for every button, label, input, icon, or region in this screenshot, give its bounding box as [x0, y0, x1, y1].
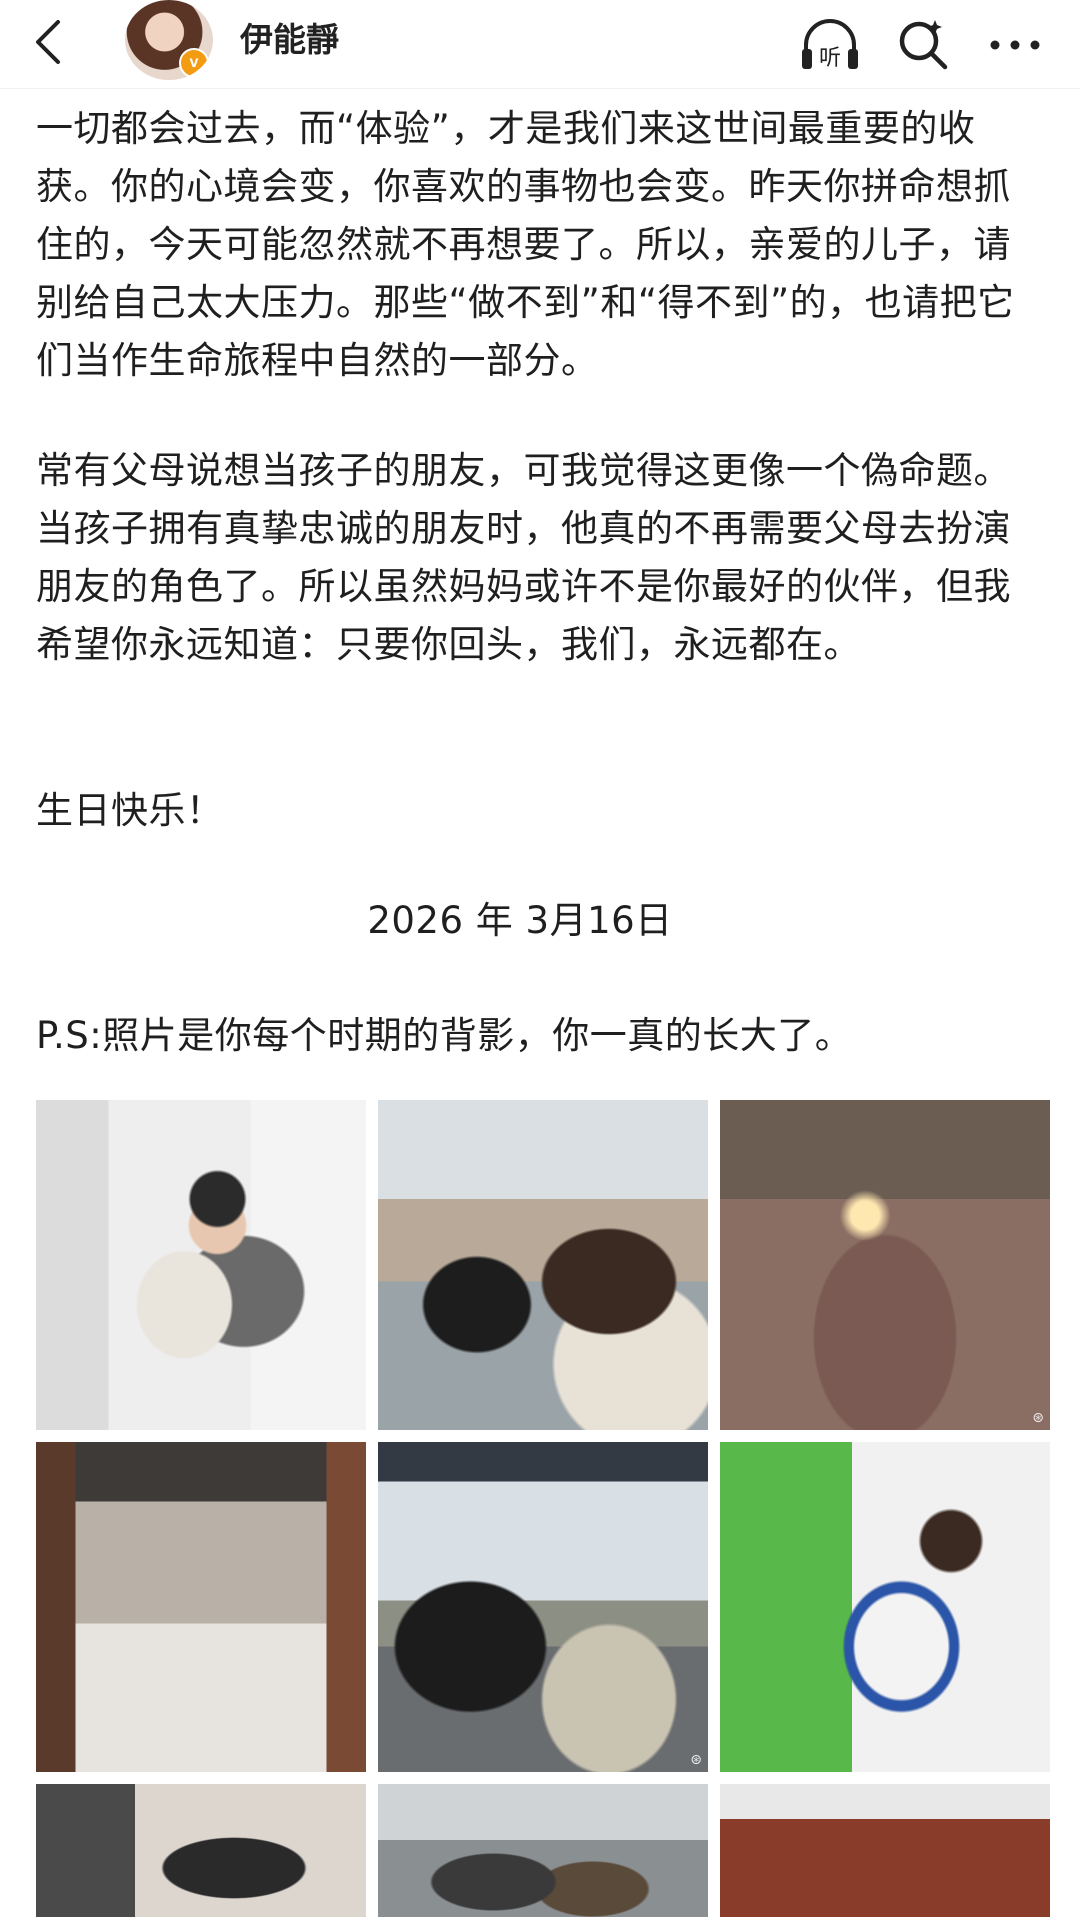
svg-text:听: 听	[819, 46, 841, 71]
chevron-left-icon	[36, 20, 60, 64]
post-date: 2026 年 3月16日	[367, 899, 673, 942]
photo-9[interactable]	[720, 1784, 1050, 1917]
photo-6[interactable]	[720, 1442, 1050, 1772]
headphones-listen-icon: 听	[802, 19, 858, 71]
photo-7[interactable]	[36, 1784, 366, 1917]
search-button[interactable]	[888, 10, 958, 80]
post-paragraph-2: 常有父母说想当孩子的朋友，可我觉得这更像一个偽命题。当孩子拥有真挚忠诚的朋友时，…	[36, 449, 1011, 666]
back-button[interactable]	[20, 12, 80, 72]
search-icon	[899, 20, 948, 70]
avatar[interactable]: v	[125, 0, 213, 80]
photo-8[interactable]	[378, 1784, 708, 1917]
watermark-icon: ⊛	[690, 1752, 702, 1768]
photo-3[interactable]: ⊛	[720, 1100, 1050, 1430]
watermark-icon: ⊛	[1032, 1410, 1044, 1426]
username[interactable]: 伊能靜	[240, 18, 339, 62]
post-ps: P.S:照片是你每个时期的背影，你一真的长大了。	[36, 1014, 853, 1057]
more-button[interactable]	[980, 10, 1050, 80]
verified-badge-icon: v	[179, 48, 209, 78]
post-paragraph-3: 生日快乐！	[36, 789, 224, 832]
photo-5[interactable]: ⊛	[378, 1442, 708, 1772]
top-bar: v 伊能靜 听	[0, 0, 1080, 89]
listen-button[interactable]: 听	[795, 10, 865, 80]
photo-2[interactable]	[378, 1100, 708, 1430]
post-paragraph-1: 一切都会过去，而“体验”，才是我们来这世间最重要的收获。你的心境会变，你喜欢的事…	[36, 107, 1015, 382]
photo-4[interactable]	[36, 1442, 366, 1772]
photo-1[interactable]	[36, 1100, 366, 1430]
more-dots-icon	[990, 40, 1040, 50]
weibo-post-page: v 伊能靜 听 一切都会过去，而“体验”，才是我们来这世间最重要的收获。你的心境…	[0, 0, 1080, 1917]
